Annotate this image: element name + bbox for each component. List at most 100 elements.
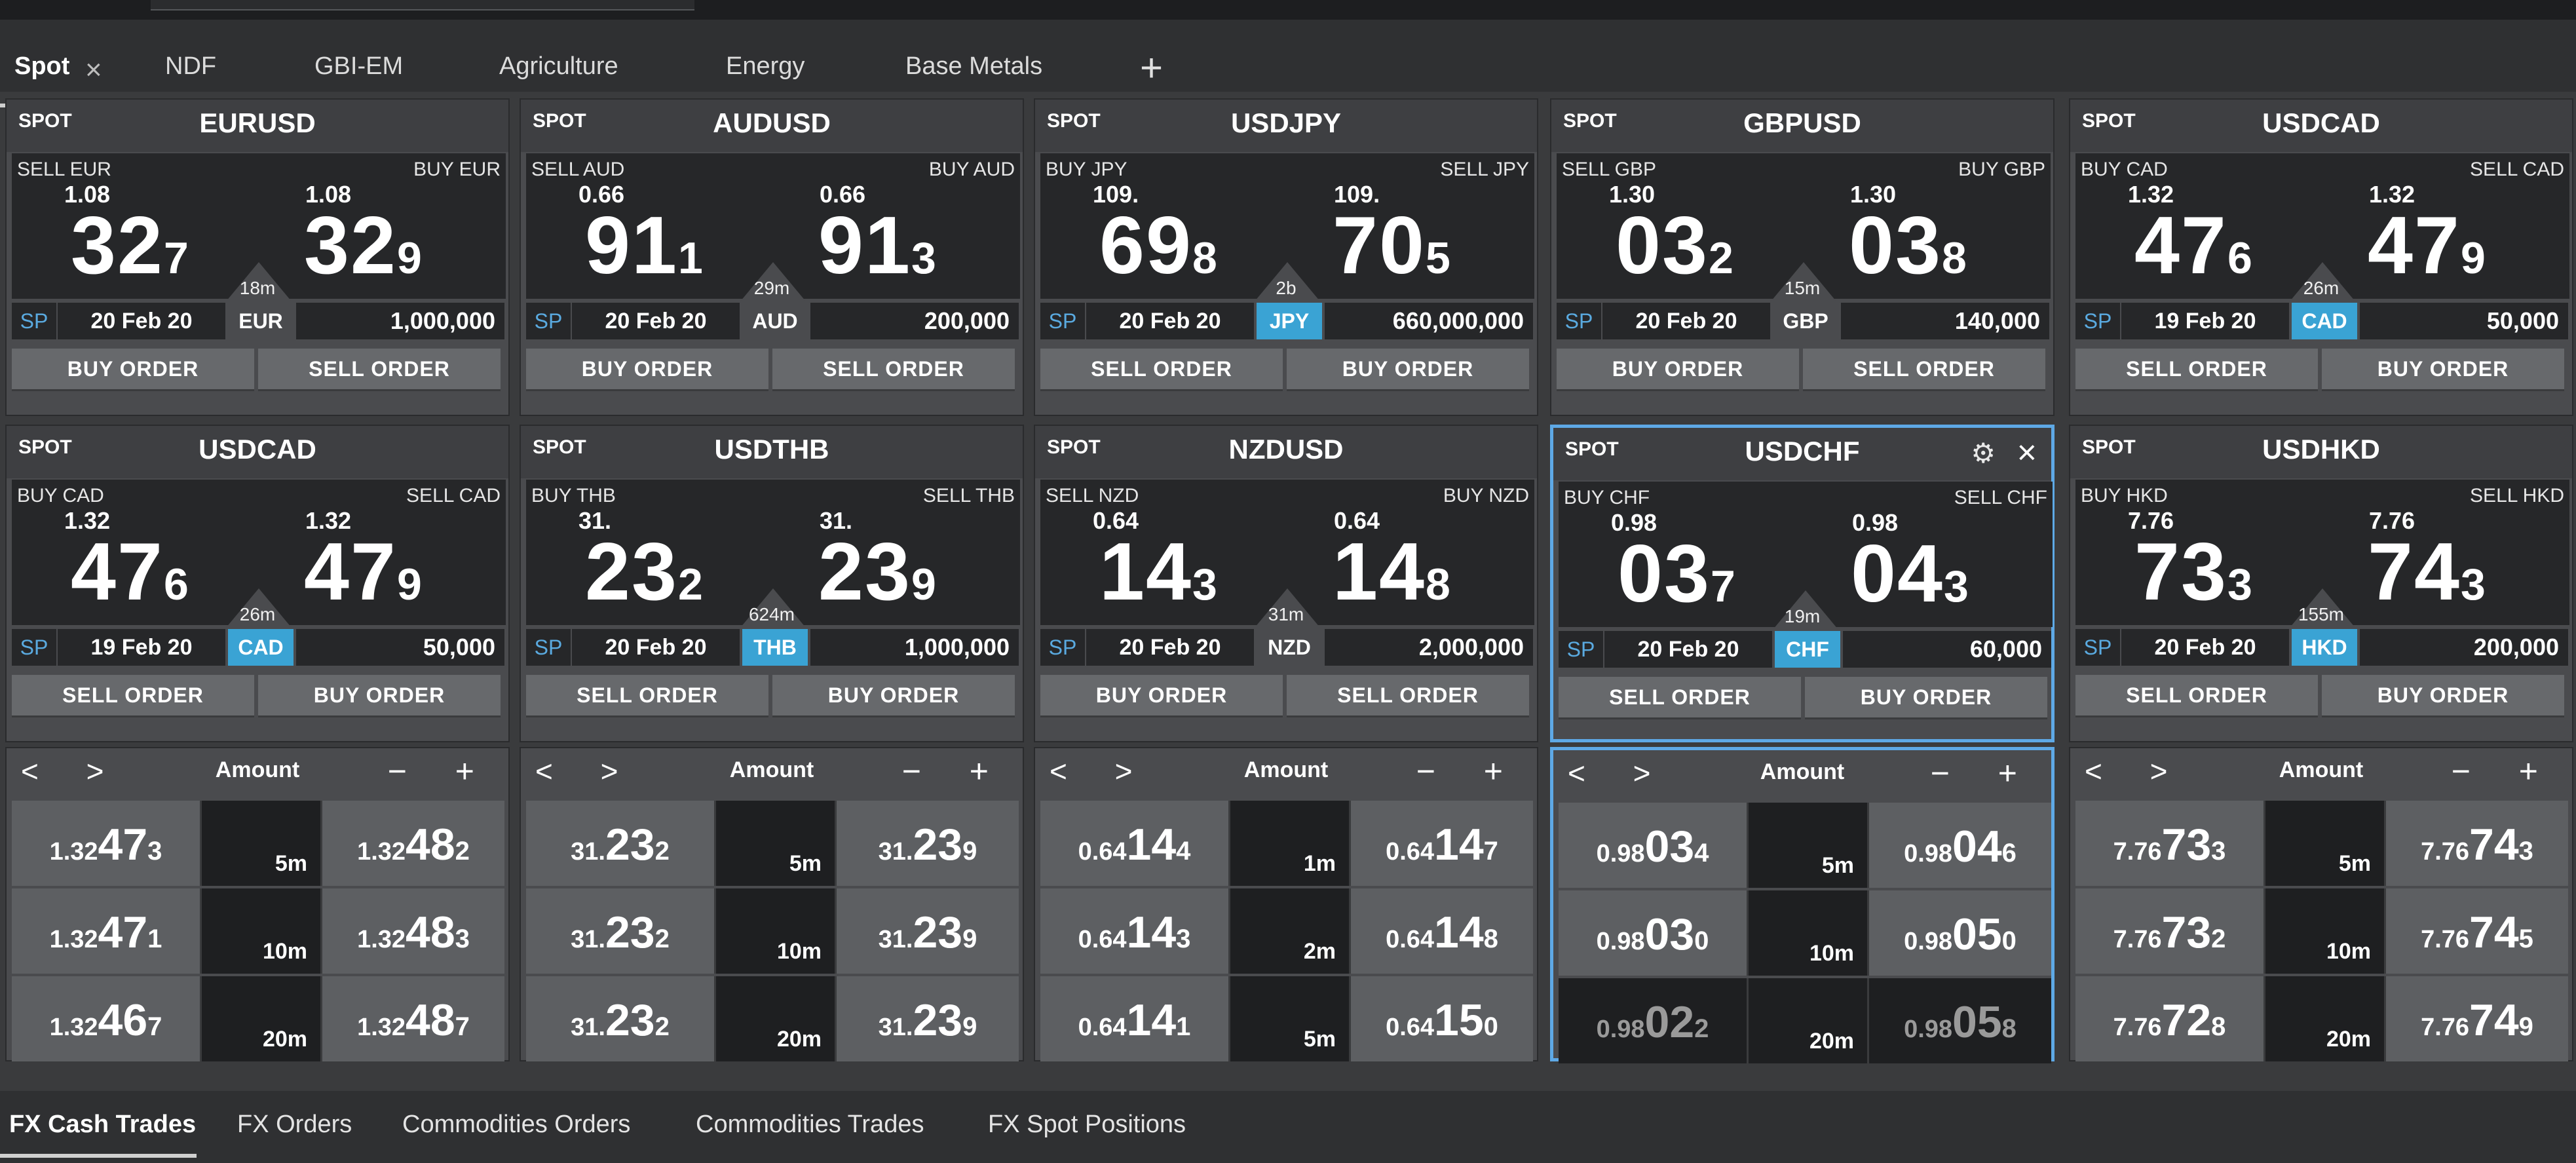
value-date[interactable]: 20 Feb 20 <box>1602 303 1770 339</box>
order-button-right[interactable]: BUY ORDER <box>1287 349 1529 391</box>
ladder-bid-price[interactable]: 7.76728 <box>2075 976 2265 1061</box>
ladder-ask-price[interactable]: 1.32483 <box>322 888 504 974</box>
ladder-bid-price[interactable]: 1.32467 <box>12 976 202 1061</box>
left-price-button[interactable]: BUY CAD 1.32 476 <box>2075 153 2323 299</box>
left-price-button[interactable]: BUY CAD 1.32 476 <box>12 480 259 625</box>
tab-fx-spot-positions[interactable]: FX Spot Positions <box>988 1111 1186 1139</box>
ladder-bid-price[interactable]: 0.64143 <box>1040 888 1230 974</box>
ladder-bid-price[interactable]: 31.232 <box>526 976 716 1061</box>
dealt-currency-toggle[interactable]: CAD <box>2292 303 2357 339</box>
price-tile[interactable]: SPOT USDCHF ⚙ × BUY CHF 0.98 037 SELL CHF… <box>1550 425 2055 742</box>
order-button-left[interactable]: BUY ORDER <box>1040 675 1283 717</box>
tab-base-metals[interactable]: Base Metals <box>905 52 1042 81</box>
amount-input[interactable]: 200,000 <box>2360 629 2568 666</box>
ladder-zoom-buttons[interactable]: − + <box>2452 752 2558 790</box>
amount-input[interactable]: 50,000 <box>2360 303 2568 339</box>
order-button-right[interactable]: SELL ORDER <box>1803 349 2045 391</box>
dealt-currency-toggle[interactable]: CAD <box>228 629 294 666</box>
ladder-bid-price[interactable]: 31.232 <box>526 888 716 974</box>
ladder-ask-price[interactable]: 31.239 <box>837 888 1019 974</box>
ladder-ask-price[interactable]: 1.32487 <box>322 976 504 1061</box>
dealt-currency-toggle[interactable]: AUD <box>742 303 808 339</box>
left-price-button[interactable]: SELL GBP 1.30 032 <box>1557 153 1804 299</box>
tab-commodities-orders[interactable]: Commodities Orders <box>402 1111 630 1139</box>
right-price-button[interactable]: SELL CAD 1.32 479 <box>258 480 506 625</box>
tenor-button[interactable]: SP <box>526 303 571 339</box>
value-date[interactable]: 20 Feb 20 <box>1086 629 1254 666</box>
value-date[interactable]: 20 Feb 20 <box>572 629 740 666</box>
ladder-ask-price[interactable]: 7.76749 <box>2386 976 2568 1061</box>
amount-input[interactable]: 2,000,000 <box>1325 629 1533 666</box>
order-button-right[interactable]: SELL ORDER <box>258 349 501 391</box>
ladder-bid-price[interactable]: 31.232 <box>526 801 716 886</box>
ladder-zoom-buttons[interactable]: − + <box>1931 754 2037 792</box>
ladder-bid-price[interactable]: 1.32473 <box>12 801 202 886</box>
order-button-right[interactable]: BUY ORDER <box>2322 349 2564 391</box>
gear-icon[interactable]: ⚙ <box>1971 437 1996 469</box>
dealt-currency-toggle[interactable]: NZD <box>1257 629 1322 666</box>
value-date[interactable]: 19 Feb 20 <box>2121 303 2289 339</box>
ladder-ask-price[interactable]: 0.98058 <box>1869 978 2051 1063</box>
ladder-ask-price[interactable]: 0.64147 <box>1351 801 1533 886</box>
tenor-button[interactable]: SP <box>2075 629 2120 666</box>
left-price-button[interactable]: BUY HKD 7.76 733 <box>2075 480 2323 625</box>
order-button-left[interactable]: SELL ORDER <box>2075 349 2318 391</box>
tenor-button[interactable]: SP <box>12 303 56 339</box>
right-price-button[interactable]: BUY GBP 1.30 038 <box>1803 153 2051 299</box>
ladder-ask-price[interactable]: 7.76745 <box>2386 888 2568 974</box>
value-date[interactable]: 20 Feb 20 <box>1604 631 1772 668</box>
ladder-bid-price[interactable]: 7.76732 <box>2075 888 2265 974</box>
order-button-right[interactable]: BUY ORDER <box>258 675 501 717</box>
dealt-currency-toggle[interactable]: CHF <box>1775 631 1840 668</box>
value-date[interactable]: 20 Feb 20 <box>2121 629 2289 666</box>
ladder-bid-price[interactable]: 0.98030 <box>1559 890 1749 976</box>
tab-fx-cash-trades[interactable]: FX Cash Trades <box>9 1111 196 1139</box>
right-price-button[interactable]: SELL CHF 0.98 043 <box>1805 482 2053 627</box>
dealt-currency-toggle[interactable]: EUR <box>228 303 294 339</box>
amount-input[interactable]: 660,000,000 <box>1325 303 1533 339</box>
tenor-button[interactable]: SP <box>2075 303 2120 339</box>
amount-input[interactable]: 1,000,000 <box>296 303 504 339</box>
tab-gbi-em[interactable]: GBI-EM <box>314 52 403 81</box>
ladder-bid-price[interactable]: 0.64141 <box>1040 976 1230 1061</box>
tab-agriculture[interactable]: Agriculture <box>499 52 618 81</box>
order-button-left[interactable]: SELL ORDER <box>1040 349 1283 391</box>
amount-input[interactable]: 200,000 <box>810 303 1019 339</box>
left-price-button[interactable]: SELL NZD 0.64 143 <box>1040 480 1288 625</box>
order-button-right[interactable]: SELL ORDER <box>772 349 1015 391</box>
tab-fx-orders[interactable]: FX Orders <box>237 1111 352 1139</box>
tab-commodities-trades[interactable]: Commodities Trades <box>696 1111 924 1139</box>
price-tile[interactable]: SPOT USDJPY BUY JPY 109. 698 SELL JPY 10… <box>1034 98 1538 416</box>
right-price-button[interactable]: SELL THB 31. 239 <box>772 480 1020 625</box>
value-date[interactable]: 20 Feb 20 <box>58 303 225 339</box>
order-button-left[interactable]: BUY ORDER <box>1557 349 1799 391</box>
ladder-zoom-buttons[interactable]: − + <box>1416 752 1523 790</box>
ladder-bid-price[interactable]: 0.98034 <box>1559 803 1749 888</box>
order-button-left[interactable]: SELL ORDER <box>12 675 254 717</box>
left-price-button[interactable]: BUY CHF 0.98 037 <box>1559 482 1806 627</box>
dealt-currency-toggle[interactable]: JPY <box>1257 303 1322 339</box>
order-button-left[interactable]: SELL ORDER <box>526 675 768 717</box>
value-date[interactable]: 20 Feb 20 <box>1086 303 1254 339</box>
tab-energy[interactable]: Energy <box>726 52 805 81</box>
price-tile[interactable]: SPOT GBPUSD SELL GBP 1.30 032 BUY GBP 1.… <box>1550 98 2055 416</box>
tenor-button[interactable]: SP <box>12 629 56 666</box>
value-date[interactable]: 19 Feb 20 <box>58 629 225 666</box>
amount-input[interactable]: 1,000,000 <box>810 629 1019 666</box>
ladder-bid-price[interactable]: 0.64144 <box>1040 801 1230 886</box>
ladder-bid-price[interactable]: 1.32471 <box>12 888 202 974</box>
tenor-button[interactable]: SP <box>1557 303 1601 339</box>
order-button-left[interactable]: SELL ORDER <box>2075 675 2318 717</box>
ladder-ask-price[interactable]: 7.76743 <box>2386 801 2568 886</box>
amount-input[interactable]: 140,000 <box>1841 303 2049 339</box>
order-button-right[interactable]: BUY ORDER <box>772 675 1015 717</box>
left-price-button[interactable]: SELL AUD 0.66 911 <box>526 153 774 299</box>
tenor-button[interactable]: SP <box>1559 631 1603 668</box>
ladder-ask-price[interactable]: 0.98046 <box>1869 803 2051 888</box>
value-date[interactable]: 20 Feb 20 <box>572 303 740 339</box>
close-icon[interactable]: × <box>2017 433 2037 472</box>
ladder-ask-price[interactable]: 0.98050 <box>1869 890 2051 976</box>
right-price-button[interactable]: SELL JPY 109. 705 <box>1287 153 1534 299</box>
amount-input[interactable]: 60,000 <box>1843 631 2051 668</box>
ladder-ask-price[interactable]: 31.239 <box>837 801 1019 886</box>
